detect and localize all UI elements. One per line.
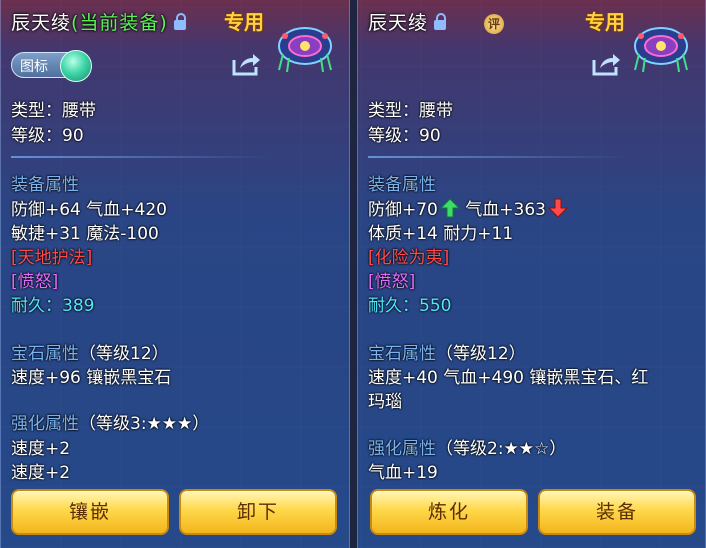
durability-value: 389 — [62, 296, 95, 316]
hp-stat: 气血+363 — [465, 200, 546, 220]
gem-level: （等级12） — [79, 344, 169, 364]
gem-header: 宝石属性 — [368, 344, 436, 364]
gem-header-line: 宝石属性（等级12） — [368, 339, 526, 364]
equip-button[interactable]: 装备 — [538, 489, 696, 535]
type-line: 类型：腰带 — [368, 101, 453, 121]
type-line: 类型：腰带 — [11, 101, 96, 121]
special-tag: 专用 — [224, 10, 264, 34]
enhance-level: （等级3:★★★） — [79, 414, 210, 434]
enhance-line: 气血+19 — [368, 463, 438, 483]
inlay-button[interactable]: 镶嵌 — [11, 489, 169, 535]
gem-header: 宝石属性 — [11, 344, 79, 364]
special-effect-label: [愤怒] — [11, 272, 59, 292]
lock-icon — [173, 13, 186, 30]
equip-attr-header: 装备属性 — [368, 175, 436, 195]
lock-icon — [434, 13, 447, 30]
item-title: 辰天绫 — [368, 8, 447, 35]
icon-toggle[interactable]: 图标 — [11, 50, 92, 82]
gem-line: 速度+96 镶嵌黑宝石 — [11, 368, 172, 388]
enhance-header-line: 强化属性（等级2:★★☆） — [368, 434, 566, 459]
icon-toggle-label: 图标 — [20, 59, 48, 75]
attr-line: 体质+14 耐力+11 — [368, 224, 514, 244]
level-line: 等级：90 — [368, 126, 441, 146]
share-icon[interactable] — [591, 52, 621, 76]
level-line: 等级：90 — [11, 126, 84, 146]
special-effect-label: [愤怒] — [368, 272, 416, 292]
gem-line: 速度+40 气血+490 镶嵌黑宝石、红 — [368, 368, 649, 388]
enhance-line: 速度+2 — [11, 439, 71, 459]
item-name: 辰天绫 — [368, 12, 429, 34]
gem-level: （等级12） — [436, 344, 526, 364]
enhance-header: 强化属性 — [11, 414, 79, 434]
attr-line: 防御+64 气血+420 — [11, 200, 167, 220]
durability-line: 耐久：389 — [11, 291, 94, 316]
divider — [11, 156, 271, 158]
attr-line: 防御+70 气血+363 — [368, 195, 568, 220]
gem-header-line: 宝石属性（等级12） — [11, 339, 169, 364]
equipped-status: (当前装备) — [71, 12, 168, 34]
item-title: 辰天绫(当前装备) — [11, 8, 186, 35]
durability-label: 耐久： — [11, 296, 62, 316]
divider — [368, 156, 628, 158]
durability-value: 550 — [419, 296, 452, 316]
unequip-button[interactable]: 卸下 — [179, 489, 337, 535]
enhance-header-line: 强化属性（等级3:★★★） — [11, 409, 209, 434]
belt-item-icon — [634, 27, 688, 73]
toggle-knob — [60, 50, 92, 82]
special-tag: 专用 — [585, 10, 625, 34]
refine-button[interactable]: 炼化 — [370, 489, 528, 535]
rating-badge[interactable]: 评 — [484, 14, 504, 34]
panel-gap — [350, 0, 357, 548]
enhance-level: （等级2:★★☆） — [436, 439, 567, 459]
compare-item-panel: 辰天绫 评 专用 类型：腰带 等级：90 装备属性 防御+70 气血+363 体… — [357, 0, 706, 548]
arrow-up-icon — [439, 198, 460, 218]
defense-stat: 防御+70 — [368, 200, 438, 220]
arrow-down-icon — [548, 198, 568, 218]
enhance-line: 速度+2 — [11, 463, 71, 483]
durability-label: 耐久： — [368, 296, 419, 316]
equip-attr-header: 装备属性 — [11, 175, 79, 195]
belt-item-icon — [278, 27, 332, 73]
skill-label: [化险为夷] — [368, 248, 450, 268]
gem-line: 玛瑙 — [368, 392, 402, 412]
attr-line: 敏捷+31 魔法-100 — [11, 224, 159, 244]
share-icon[interactable] — [231, 52, 261, 76]
item-name: 辰天绫 — [11, 12, 72, 34]
durability-line: 耐久：550 — [368, 291, 451, 316]
equipped-item-panel: 辰天绫(当前装备) 专用 图标 类型：腰带 等级：90 装备属性 防御+64 气… — [0, 0, 350, 548]
skill-label: [天地护法] — [11, 248, 93, 268]
enhance-header: 强化属性 — [368, 439, 436, 459]
